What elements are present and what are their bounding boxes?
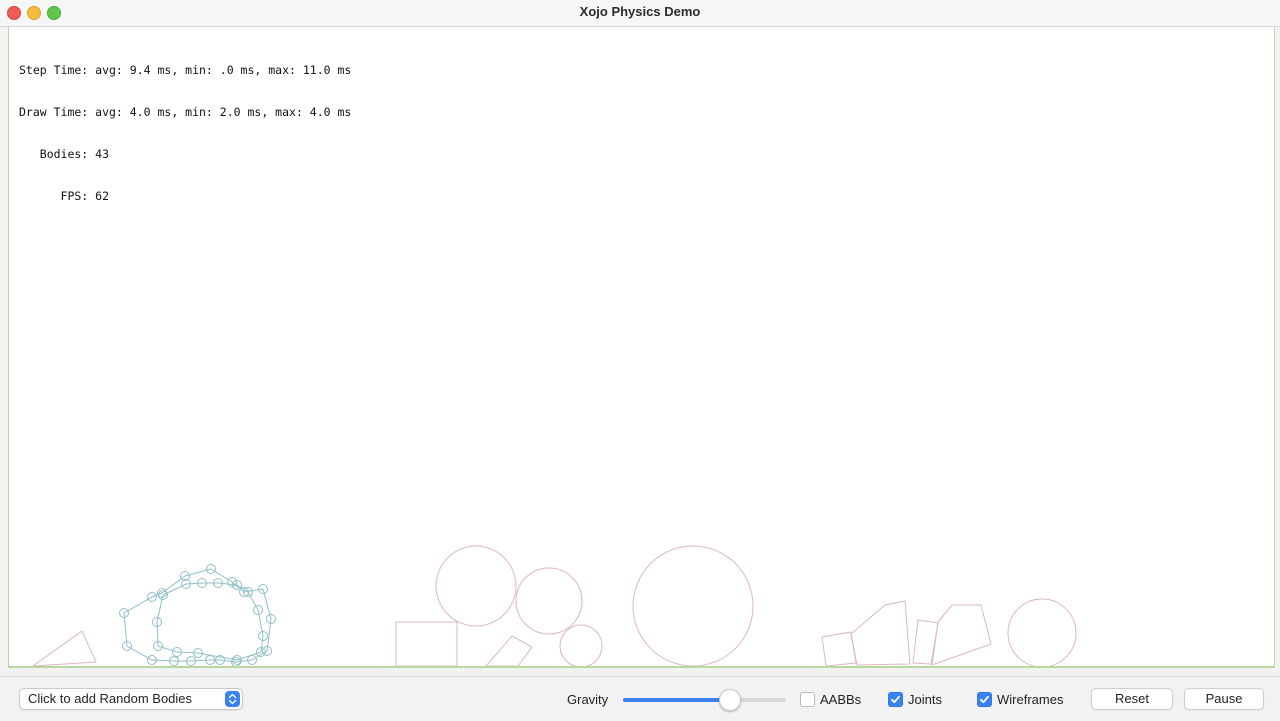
aabbs-checkbox[interactable] bbox=[800, 692, 815, 707]
aabbs-label: AABBs bbox=[820, 692, 862, 707]
soft-body bbox=[119, 564, 276, 667]
rigid-body-circle bbox=[559, 624, 603, 667]
physics-world bbox=[9, 545, 1274, 667]
pause-button[interactable]: Pause bbox=[1184, 688, 1264, 710]
title-bar: Xojo Physics Demo bbox=[0, 0, 1280, 27]
rigid-body-polygon bbox=[931, 604, 992, 666]
rigid-body-circle bbox=[1007, 598, 1077, 667]
rigid-body-box bbox=[821, 631, 857, 667]
physics-canvas[interactable]: Step Time: avg: 9.4 ms, min: .0 ms, max:… bbox=[8, 27, 1275, 668]
rigid-body-circle bbox=[515, 567, 583, 635]
rigid-body-triangle bbox=[31, 630, 97, 667]
gravity-slider[interactable] bbox=[623, 698, 786, 702]
rigid-body-box bbox=[395, 621, 458, 667]
rigid-body-circle bbox=[632, 545, 754, 667]
wireframes-checkbox[interactable] bbox=[977, 692, 992, 707]
rigid-body-polygon bbox=[850, 600, 911, 666]
joints-checkbox[interactable] bbox=[888, 692, 903, 707]
rigid-body-box bbox=[484, 635, 533, 667]
add-random-bodies-label: Click to add Random Bodies bbox=[28, 691, 193, 706]
popup-stepper-icon[interactable] bbox=[225, 691, 240, 707]
soft-body-nodes bbox=[119, 564, 276, 667]
add-random-bodies-popup[interactable]: Click to add Random Bodies bbox=[19, 688, 243, 710]
rigid-body-circle bbox=[435, 545, 517, 627]
reset-button[interactable]: Reset bbox=[1091, 688, 1173, 710]
gravity-label: Gravity bbox=[567, 692, 609, 707]
window-title: Xojo Physics Demo bbox=[579, 4, 701, 19]
app-window: Xojo Physics Demo Step Time: avg: 9.4 ms… bbox=[0, 0, 1280, 721]
joints-label: Joints bbox=[908, 692, 942, 707]
control-bar: Click to add Random Bodies Gravity AABBs… bbox=[0, 676, 1280, 721]
gravity-slider-fill bbox=[623, 698, 729, 702]
rigid-body-polygon bbox=[912, 619, 939, 665]
wireframes-label: Wireframes bbox=[997, 692, 1064, 707]
rigid-bodies bbox=[31, 545, 1077, 667]
gravity-slider-knob[interactable] bbox=[718, 689, 741, 711]
